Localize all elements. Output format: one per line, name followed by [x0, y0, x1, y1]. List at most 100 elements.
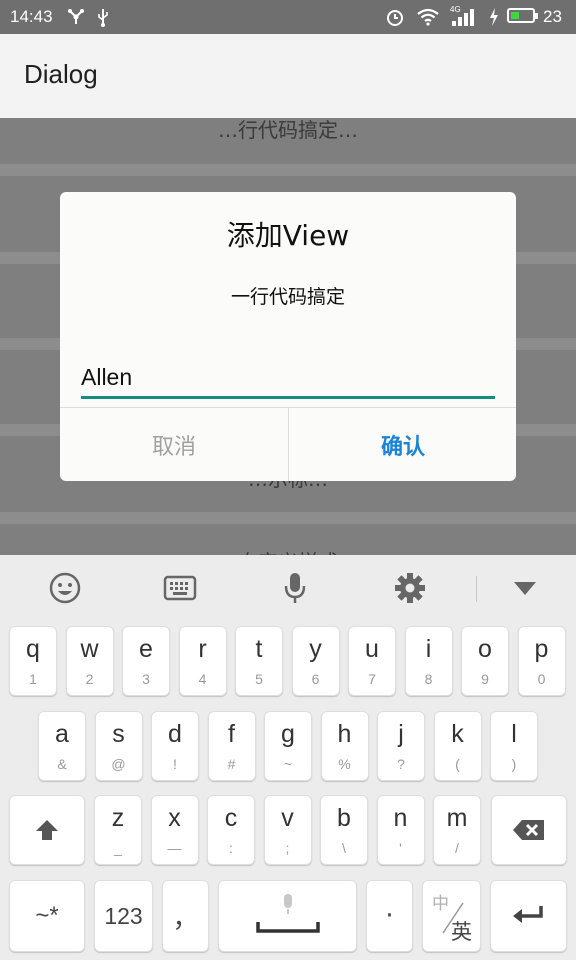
key-letter: o — [478, 635, 492, 663]
backspace-key[interactable] — [491, 795, 567, 865]
period-label: · — [385, 901, 394, 931]
key-secondary: ? — [397, 756, 405, 772]
key-s[interactable]: s @ — [94, 711, 143, 781]
key-secondary: _ — [114, 840, 122, 856]
key-secondary: ! — [173, 756, 177, 772]
key-w[interactable]: w2 — [65, 626, 114, 696]
microphone-icon[interactable] — [275, 568, 315, 608]
share-icon — [66, 6, 86, 28]
key-secondary: # — [227, 756, 236, 772]
key-letter: y — [309, 635, 322, 663]
status-time: 14:43 — [10, 7, 53, 26]
key-letter: a — [55, 720, 69, 748]
key-n[interactable]: n ' — [376, 795, 425, 865]
numbers-label: 123 — [104, 902, 143, 929]
key-t[interactable]: t5 — [235, 626, 283, 696]
key-secondary: ; — [285, 840, 290, 856]
key-letter: f — [228, 720, 235, 748]
key-i[interactable]: i8 — [404, 626, 453, 696]
app-bar: Dialog — [0, 34, 576, 118]
gear-icon[interactable] — [390, 568, 430, 608]
key-letter: u — [365, 635, 379, 663]
space-key[interactable] — [218, 880, 357, 952]
key-y[interactable]: y6 — [291, 626, 340, 696]
key-h[interactable]: h% — [320, 711, 369, 781]
shift-icon — [36, 820, 58, 840]
key-b[interactable]: b \ — [320, 795, 368, 865]
key-secondary: — — [167, 840, 182, 856]
key-g[interactable]: g ~ — [264, 711, 312, 781]
soft-keyboard: q1w2e3r4t5y6u7i8o9p0 a & s @ d! f # g ~ h% j? k(l) … — [0, 555, 576, 960]
key-k[interactable]: k( — [433, 711, 482, 781]
key-p[interactable]: p0 — [517, 626, 566, 696]
numbers-key[interactable]: 123 — [94, 880, 153, 952]
key-q[interactable]: q1 — [9, 626, 57, 696]
key-letter: n — [393, 804, 408, 832]
key-letter: i — [425, 635, 432, 663]
wifi-icon — [415, 6, 441, 28]
key-letter: q — [26, 635, 40, 663]
key-x[interactable]: x — — [150, 795, 199, 865]
collapse-keyboard-icon[interactable] — [505, 568, 545, 608]
key-secondary: ( — [455, 756, 460, 772]
key-o[interactable]: o9 — [461, 626, 509, 696]
dialog-text-input[interactable] — [81, 358, 495, 399]
dialog-title: 添加View — [226, 219, 350, 252]
key-letter: t — [255, 635, 263, 663]
keyboard-toolbar — [0, 555, 576, 621]
signal-icon: 4G — [449, 5, 479, 28]
key-secondary: : — [229, 840, 233, 856]
key-letter: z — [111, 804, 125, 832]
cancel-button[interactable]: 取消 — [60, 408, 288, 481]
keyboard-icon[interactable] — [160, 568, 200, 608]
key-secondary: ) — [511, 756, 517, 772]
battery-icon — [507, 8, 538, 23]
key-secondary: @ — [111, 756, 126, 772]
key-j[interactable]: j? — [377, 711, 425, 781]
symbols-label: ~* — [35, 902, 59, 929]
voice-input-icon — [284, 894, 292, 914]
comma-key[interactable]: ， — [162, 880, 209, 952]
key-secondary: \ — [342, 840, 346, 856]
usb-icon — [94, 6, 112, 28]
alarm-icon — [384, 6, 406, 28]
key-secondary: 2 — [85, 671, 94, 687]
key-e[interactable]: e3 — [122, 626, 170, 696]
key-u[interactable]: u7 — [348, 626, 396, 696]
key-c[interactable]: c: — [207, 795, 255, 865]
background-text: …自定义样式… — [0, 546, 576, 555]
key-secondary: % — [338, 756, 351, 772]
shift-key[interactable] — [9, 795, 85, 865]
period-key[interactable]: · — [366, 880, 413, 952]
key-letter: w — [80, 635, 99, 663]
key-l[interactable]: l) — [490, 711, 538, 781]
emoji-icon[interactable] — [45, 568, 85, 608]
key-v[interactable]: v; — [263, 795, 312, 865]
key-r[interactable]: r4 — [178, 626, 227, 696]
list-divider — [0, 512, 576, 524]
symbols-key[interactable]: ~* — [9, 880, 85, 952]
key-secondary: / — [455, 840, 459, 856]
language-switch-key[interactable]: 中 英 — [422, 880, 481, 952]
key-f[interactable]: f # — [207, 711, 256, 781]
key-secondary: 3 — [142, 671, 150, 687]
key-z[interactable]: z _ — [94, 795, 142, 865]
key-letter: r — [198, 635, 207, 663]
key-secondary: & — [57, 756, 67, 772]
key-letter: l — [511, 720, 517, 748]
page-title: Dialog — [24, 59, 98, 89]
key-m[interactable]: m / — [433, 795, 481, 865]
space-bar-icon — [256, 922, 320, 933]
key-d[interactable]: d! — [151, 711, 199, 781]
key-letter: b — [337, 804, 351, 832]
enter-key[interactable] — [490, 880, 567, 952]
key-a[interactable]: a & — [38, 711, 86, 781]
confirm-button[interactable]: 确认 — [289, 408, 516, 481]
background-text: …行代码搞定… — [218, 118, 358, 142]
dialog-message: 一行代码搞定 — [230, 286, 345, 308]
key-secondary: 4 — [198, 671, 207, 687]
language-english-label: 英 — [451, 920, 472, 944]
key-secondary: 9 — [481, 671, 489, 687]
key-letter: d — [168, 720, 182, 748]
key-letter: v — [281, 804, 294, 832]
